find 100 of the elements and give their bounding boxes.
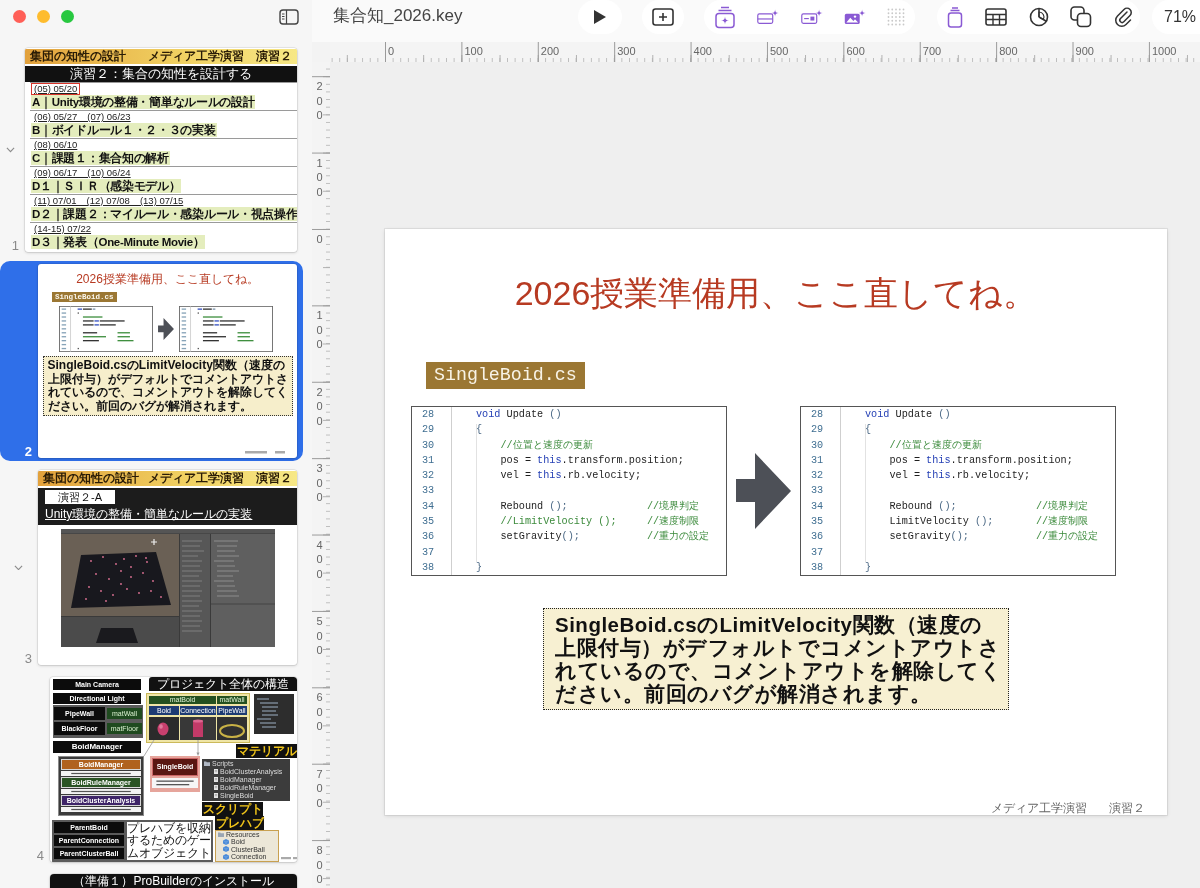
dot-grid-icon[interactable] (887, 8, 905, 26)
footer-text: 演習２ (1109, 801, 1145, 815)
note-text: プレハブを収納するためのゲームオブジェクト (127, 821, 211, 860)
header-text: 集団の知性の設計 (30, 49, 126, 64)
footer-text-drawing (281, 856, 297, 860)
game-object-label: BoidManager (53, 740, 141, 753)
code-text: Rebound (); (500, 500, 568, 512)
stacked-rectangle-icon[interactable] (947, 6, 963, 28)
ruler-label: 200 (316, 384, 323, 429)
unit-title: D３｜発表（One-Minute Movie） (31, 235, 206, 249)
code-text: } (475, 561, 483, 573)
ruler-label: 200 (540, 45, 560, 57)
slide-thumbnail[interactable] (25, 48, 297, 252)
add-slide-button[interactable] (642, 0, 684, 34)
slide-title: 演習２：集合の知性を設計する (25, 66, 297, 82)
sidebar-icon[interactable] (279, 8, 299, 25)
code-text: { (475, 424, 483, 436)
slide-number: 2 (24, 445, 32, 459)
ruler-label: 400 (316, 537, 323, 582)
code-comment: //境界判定 (1036, 499, 1090, 514)
code-text: void Update () (864, 409, 951, 420)
line-number: 37 (810, 545, 825, 560)
leader-arrow (196, 739, 200, 756)
play-icon[interactable] (593, 9, 607, 25)
code-comment: //境界判定 (647, 499, 701, 514)
ruler-label: 100 (316, 155, 323, 200)
code-text: vel = this.rb.velocity; (500, 470, 642, 482)
ruler-label: 600 (846, 45, 865, 57)
code-comment: //重力の設定 (647, 529, 711, 545)
slide-number: 3 (24, 651, 32, 665)
line-number: 33 (421, 484, 436, 499)
slide-number: 4 (36, 848, 44, 862)
unit-title: B｜ボイドルール１・２・３の実装 (31, 123, 217, 137)
slide-title: 2026授業準備用、ここ直してね。 (75, 272, 260, 286)
ruler-label: 0 (316, 232, 323, 247)
slide-thumbnail[interactable]: 集団の知性の設計 メディア工学演習 演習２ 演習２-A Unity環境の整備・簡単なルールの実装 (38, 470, 297, 665)
section-tag: スクリプト (202, 801, 263, 816)
ruler-label: 300 (316, 461, 323, 505)
tiny-caption-drawing (152, 777, 198, 788)
line-number: 30 (810, 438, 825, 453)
note-text: SingleBoid.csのLimitVelocity関数（速度の上限付与）がデフォルトでコメントアウトされているので、コメントアウトを解除してください。前回のバグが解消されます。 (42, 356, 293, 416)
footer-text-drawing (245, 451, 285, 455)
code-comment: //速度制限 (647, 514, 701, 530)
line-number: 28 (810, 408, 825, 422)
slide-thumbnail[interactable] (50, 676, 297, 862)
slide-thumbnail[interactable]: （準備１）ProBuilderのインストール (50, 873, 297, 888)
play-button[interactable] (578, 0, 622, 34)
code-text: //LimitVelocity (); (500, 516, 617, 528)
code-comment: //重力の設定 (1036, 529, 1100, 545)
unit-title: D１｜ＳＩＲ（感染モデル） (31, 179, 182, 193)
cylinder-render-drawing (180, 716, 216, 740)
code-text: void Update () (475, 409, 562, 420)
sphere-render-drawing (149, 716, 179, 740)
ruler-label: 700 (316, 766, 323, 811)
ruler-label: 100 (464, 45, 483, 57)
schedule-dates: (11) 07/01 (12) 07/08 (13) 07/15 (33, 195, 185, 207)
overlapping-squares-icon[interactable] (1070, 6, 1093, 28)
code-comment: //速度制限 (1036, 514, 1090, 530)
paperclip-icon[interactable] (1114, 6, 1132, 28)
chevron-down-icon[interactable] (14, 564, 23, 571)
chevron-down-icon[interactable] (6, 147, 15, 153)
line-number: 34 (810, 499, 825, 514)
line-number: 30 (421, 438, 436, 453)
line-number: 38 (421, 560, 436, 575)
code-text: LimitVelocity (); (889, 516, 994, 528)
note-text: SingleBoid.csのLimitVelocity関数（速度の上限付与）がデフォルトでコメントアウトされているので、コメントアウトを解除してください。前回のバグが解消されます。 (543, 608, 1009, 711)
schedule-dates: (08) 06/10 (33, 139, 79, 151)
close-icon[interactable] (12, 9, 26, 23)
section-title: Unity環境の整備・簡単なルールの実装 (45, 506, 253, 523)
schedule-dates: (06) 05/27 (07) 06/23 (33, 111, 132, 123)
line-number: 38 (810, 560, 825, 575)
table-icon[interactable] (984, 8, 1007, 26)
line-number: 31 (421, 453, 436, 468)
schedule-dates: (05) 05/20 (31, 83, 81, 95)
ruler-label: 0 (388, 45, 395, 57)
line-number: 33 (810, 484, 825, 499)
plus-box-icon[interactable] (652, 8, 674, 26)
line-number: 31 (810, 453, 825, 468)
right-arrow (158, 318, 174, 340)
folder-icon (204, 761, 210, 766)
file-name-label: SingleBoid.cs (426, 362, 585, 389)
pie-chart-icon[interactable] (1028, 7, 1049, 27)
ring-render-drawing (217, 716, 247, 740)
leader-line (143, 739, 155, 756)
ruler-label: 800 (999, 45, 1018, 57)
code-text: pos = this.transform.position; (889, 454, 1073, 466)
zoom-menu[interactable]: 71% (1152, 0, 1200, 34)
unit-title: A｜Unity環境の整備・簡単なルールの設計 (31, 95, 256, 109)
unit-title: D２｜課題２：マイルール・感染ルール・視点操作 (31, 207, 297, 221)
code-text: pos = this.transform.position; (500, 454, 684, 466)
ruler-label: 100 (316, 308, 323, 352)
line-number: 29 (810, 423, 825, 438)
ruler-label: 400 (693, 45, 712, 57)
code-text: //位置と速度の更新 (889, 439, 982, 451)
section-number-label: 演習２-A (45, 490, 115, 505)
line-number: 36 (421, 530, 436, 545)
line-number: 37 (421, 545, 436, 560)
card-stack-sparkle-icon[interactable] (714, 5, 736, 29)
footer-text: メディア工学演習 (991, 801, 1087, 815)
ruler-label: 500 (770, 45, 789, 57)
